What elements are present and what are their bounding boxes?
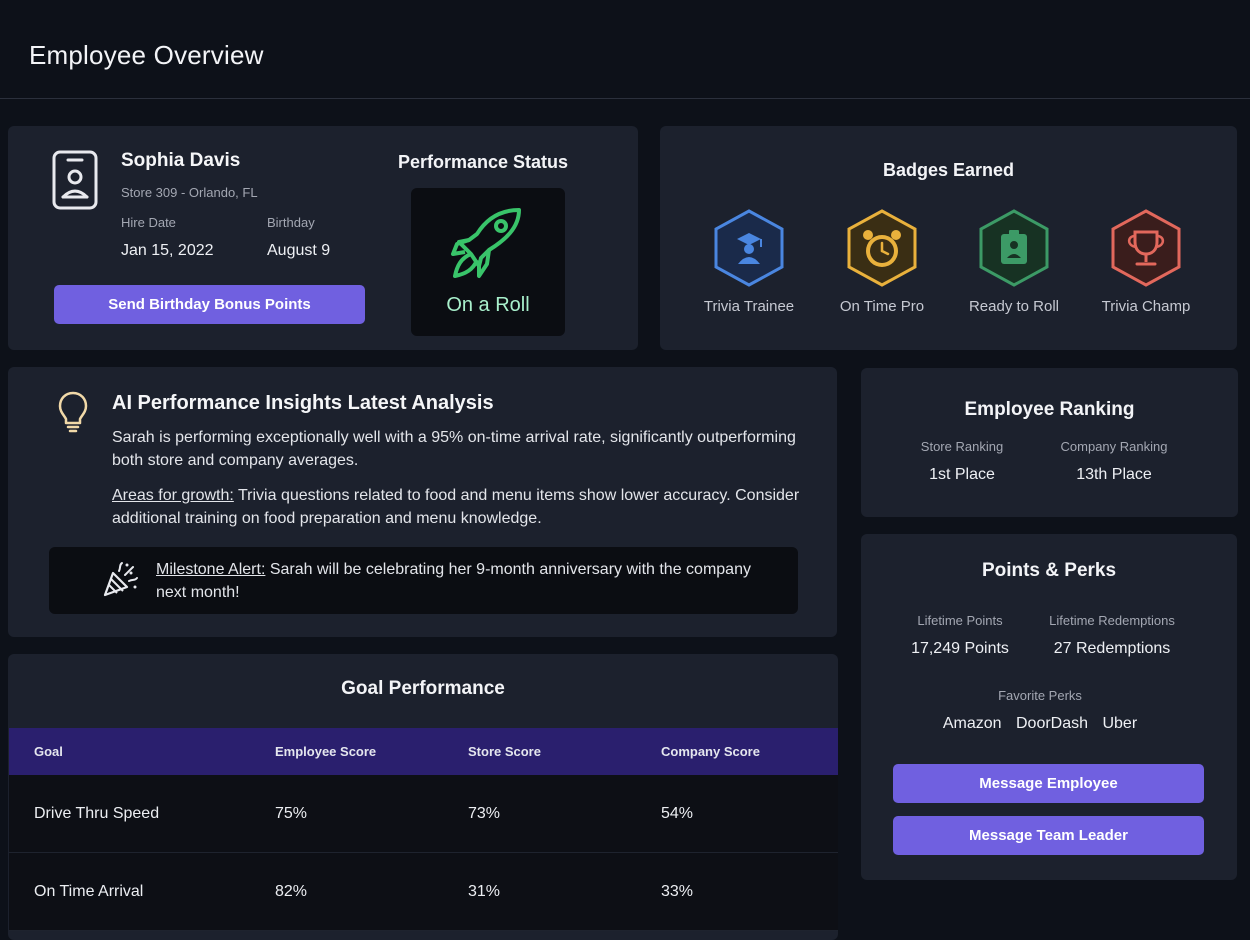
table-row: On Time Arrival 82% 31% 33% bbox=[9, 853, 838, 931]
ai-insights-card: AI Performance Insights Latest Analysis … bbox=[8, 367, 837, 637]
badge-trivia-trainee[interactable]: Trivia Trainee bbox=[684, 208, 814, 315]
milestone-label: Milestone Alert: bbox=[156, 561, 266, 578]
points-perks-title: Points & Perks bbox=[981, 560, 1117, 581]
lifetime-redemptions-value: 27 Redemptions bbox=[1053, 640, 1171, 657]
graduate-icon bbox=[714, 209, 784, 287]
favorite-perks-list: Amazon DoorDash Uber bbox=[861, 715, 1219, 733]
message-team-leader-button[interactable]: Message Team Leader bbox=[893, 816, 1204, 855]
insights-title: AI Performance Insights Latest Analysis bbox=[112, 392, 494, 414]
performance-status-title: Performance Status bbox=[398, 152, 569, 172]
badge-label: Trivia Trainee bbox=[703, 298, 795, 315]
rocket-icon bbox=[451, 208, 521, 278]
employee-store: Store 309 - Orlando, FL bbox=[121, 185, 258, 200]
insights-growth: Areas for growth: Trivia questions relat… bbox=[112, 484, 802, 530]
store-ranking-label: Store Ranking bbox=[920, 439, 1004, 454]
performance-status-label: On a Roll bbox=[446, 294, 530, 316]
send-birthday-bonus-button[interactable]: Send Birthday Bonus Points bbox=[54, 285, 365, 324]
perk-amazon: Amazon bbox=[942, 715, 1002, 732]
store-ranking-value: 1st Place bbox=[929, 466, 995, 483]
column-header-store-score: Store Score bbox=[468, 744, 541, 759]
birthday-label: Birthday bbox=[267, 215, 315, 230]
perk-doordash: DoorDash bbox=[1015, 715, 1089, 732]
table-row: Drive Thru Speed 75% 73% 54% bbox=[9, 775, 838, 853]
message-employee-button[interactable]: Message Employee bbox=[893, 764, 1204, 803]
column-header-company-score: Company Score bbox=[661, 744, 760, 759]
goal-performance-title: Goal Performance bbox=[341, 678, 505, 699]
birthday-value: August 9 bbox=[267, 242, 331, 259]
performance-status-box: On a Roll bbox=[411, 188, 565, 336]
store-score-cell: 31% bbox=[468, 883, 501, 900]
employee-score-cell: 82% bbox=[275, 883, 308, 900]
lifetime-points-value: 17,249 Points bbox=[911, 640, 1009, 657]
ranking-title: Employee Ranking bbox=[964, 399, 1135, 420]
company-ranking-label: Company Ranking bbox=[1060, 439, 1168, 454]
employee-score-cell: 75% bbox=[275, 805, 308, 822]
badge-trivia-champ[interactable]: Trivia Champ bbox=[1081, 208, 1211, 315]
lifetime-redemptions-label: Lifetime Redemptions bbox=[1049, 613, 1175, 628]
goal-table-header: Goal Employee Score Store Score Company … bbox=[9, 728, 838, 775]
badge-ready-to-roll[interactable]: Ready to Roll bbox=[949, 208, 1079, 315]
badges-card: Badges Earned Trivia Trainee On Time Pro bbox=[660, 126, 1237, 350]
column-header-employee-score: Employee Score bbox=[275, 744, 377, 759]
lifetime-points-label: Lifetime Points bbox=[917, 613, 1003, 628]
employee-name: Sophia Davis bbox=[121, 150, 241, 171]
company-score-cell: 54% bbox=[661, 805, 694, 822]
profile-card: Sophia Davis Store 309 - Orlando, FL Hir… bbox=[8, 126, 638, 350]
badge-label: Ready to Roll bbox=[968, 298, 1060, 315]
top-bar: Employee Overview bbox=[0, 0, 1250, 99]
store-score-cell: 73% bbox=[468, 805, 501, 822]
id-badge-icon bbox=[979, 209, 1049, 287]
perk-uber: Uber bbox=[1102, 715, 1138, 732]
points-perks-card: Points & Perks Lifetime Points Lifetime … bbox=[861, 534, 1237, 880]
trophy-icon bbox=[1111, 209, 1181, 287]
company-score-cell: 33% bbox=[661, 883, 694, 900]
badge-on-time-pro[interactable]: On Time Pro bbox=[817, 208, 947, 315]
badge-label: Trivia Champ bbox=[1101, 298, 1191, 315]
growth-label: Areas for growth: bbox=[112, 487, 234, 504]
badge-label: On Time Pro bbox=[839, 298, 925, 315]
column-header-goal: Goal bbox=[34, 744, 63, 759]
company-ranking-value: 13th Place bbox=[1076, 466, 1152, 483]
goal-cell: On Time Arrival bbox=[34, 883, 144, 900]
hire-date-value: Jan 15, 2022 bbox=[121, 242, 214, 259]
goal-performance-card: Goal Performance Goal Employee Score Sto… bbox=[8, 654, 838, 940]
employee-ranking-card: Employee Ranking Store Ranking Company R… bbox=[861, 368, 1238, 517]
alarm-clock-icon bbox=[847, 209, 917, 287]
goal-cell: Drive Thru Speed bbox=[34, 805, 160, 822]
id-badge-icon bbox=[52, 150, 98, 210]
badges-title: Badges Earned bbox=[882, 160, 1015, 180]
lightbulb-icon bbox=[58, 391, 88, 433]
page-title: Employee Overview bbox=[29, 40, 264, 70]
insights-summary: Sarah is performing exceptionally well w… bbox=[112, 429, 796, 469]
favorite-perks-label: Favorite Perks bbox=[998, 688, 1082, 703]
milestone-text: Milestone Alert: Sarah will be celebrati… bbox=[156, 558, 776, 604]
milestone-alert: Milestone Alert: Sarah will be celebrati… bbox=[49, 547, 798, 614]
party-popper-icon bbox=[103, 562, 138, 597]
hire-date-label: Hire Date bbox=[121, 215, 176, 230]
